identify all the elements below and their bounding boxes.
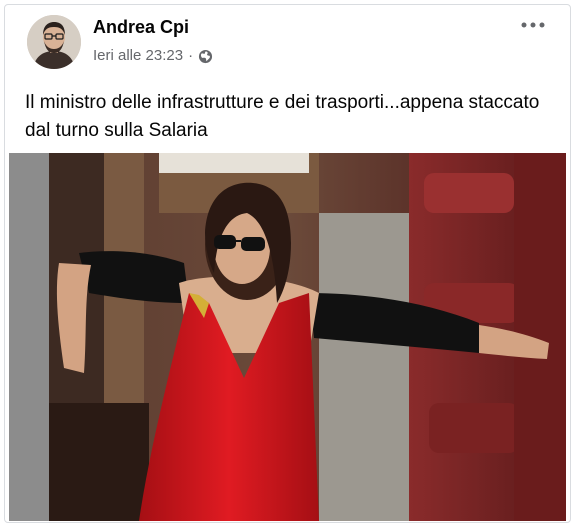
globe-icon[interactable] <box>198 49 213 64</box>
more-options-button[interactable] <box>518 15 548 35</box>
photo-illustration <box>9 153 566 521</box>
post-photo[interactable] <box>9 153 566 521</box>
meta-separator: · <box>188 47 194 64</box>
more-options-icon <box>521 22 545 28</box>
post-meta: Ieri alle 23:23 · <box>93 47 213 64</box>
avatar-image <box>27 15 81 69</box>
post-timestamp[interactable]: Ieri alle 23:23 <box>93 47 183 64</box>
author-name[interactable]: Andrea Cpi <box>93 17 189 38</box>
facebook-post-card: Andrea Cpi Ieri alle 23:23 · Il ministro… <box>4 4 571 523</box>
author-avatar[interactable] <box>27 15 81 69</box>
post-text: Il ministro delle infrastrutture e dei t… <box>25 92 540 141</box>
